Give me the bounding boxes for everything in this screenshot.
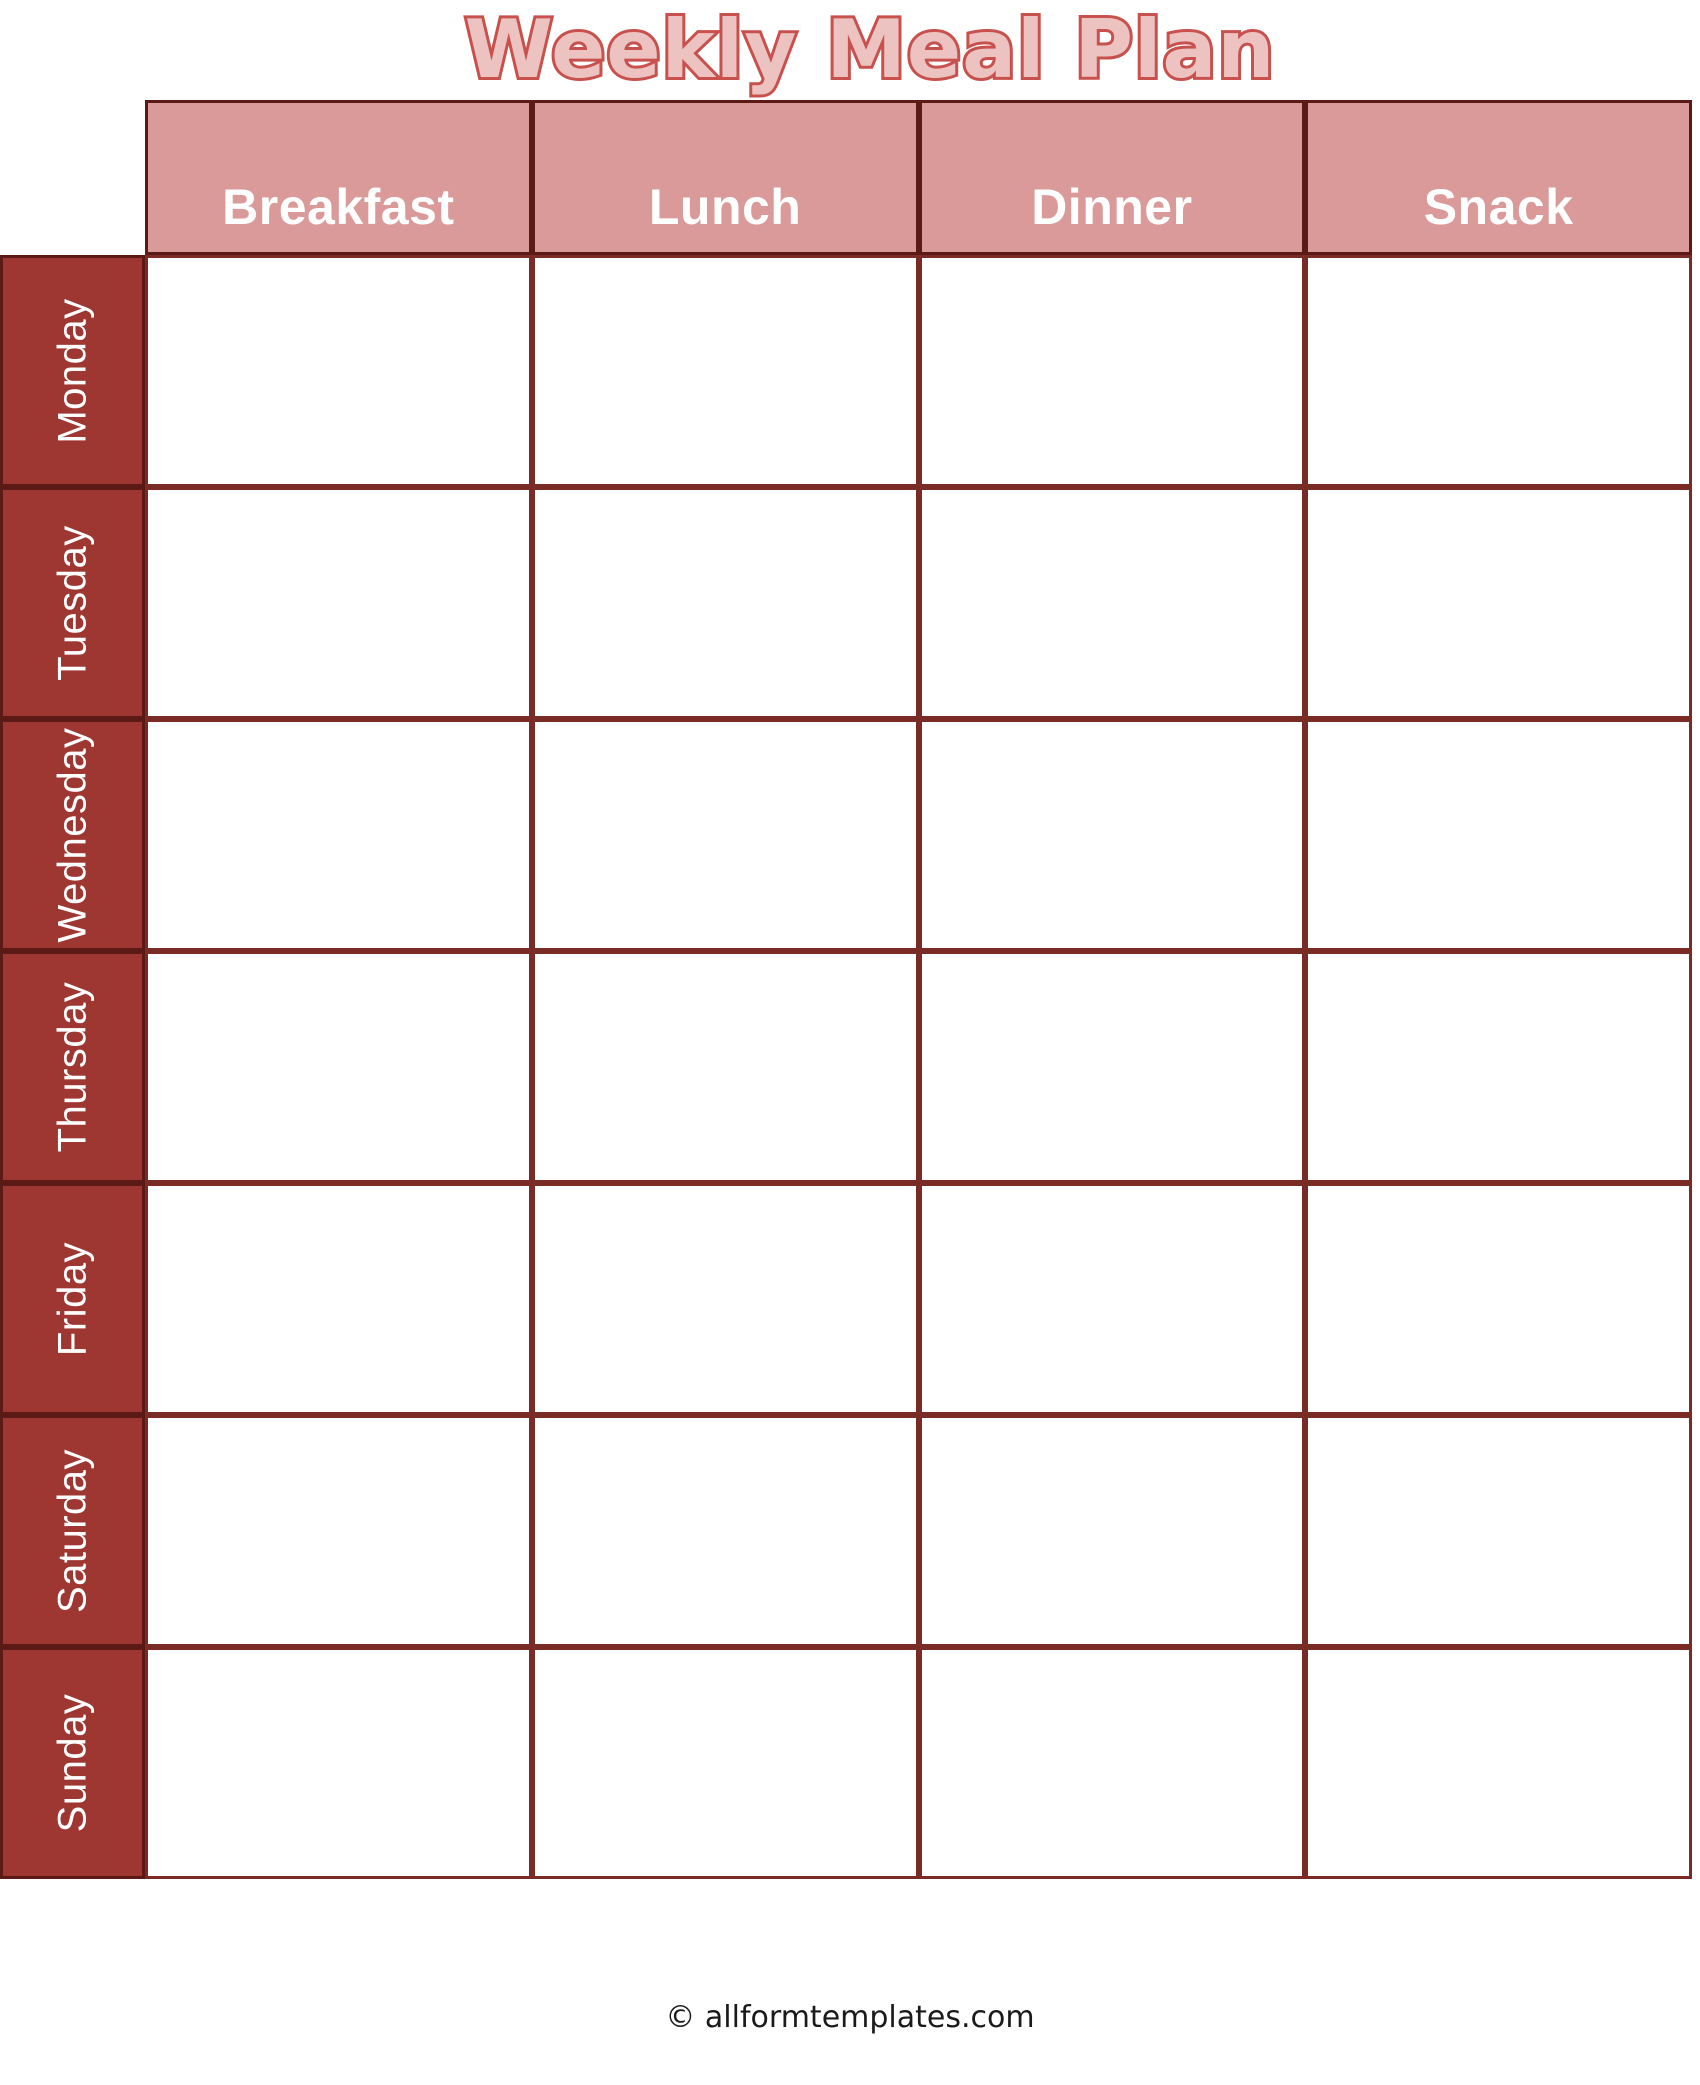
meal-plan-table: Breakfast Lunch Dinner Snack Monday Tues… [0,100,1700,1879]
meal-cell-monday-breakfast[interactable] [145,255,532,487]
day-label-text: Saturday [50,1448,94,1614]
meal-cell-saturday-snack[interactable] [1305,1415,1692,1647]
meal-cell-sunday-breakfast[interactable] [145,1647,532,1879]
day-label-wednesday: Wednesday [0,719,145,951]
day-label-text: Friday [50,1241,94,1357]
day-label-text: Tuesday [50,525,94,681]
day-label-text: Sunday [50,1693,94,1833]
meal-cell-sunday-dinner[interactable] [918,1647,1306,1879]
day-label-text: Wednesday [50,727,94,943]
meal-plan-grid: Breakfast Lunch Dinner Snack Monday Tues… [0,100,1692,1879]
meal-cell-tuesday-lunch[interactable] [531,487,919,719]
day-label-tuesday: Tuesday [0,487,145,719]
day-label-sunday: Sunday [0,1647,145,1879]
meal-cell-wednesday-snack[interactable] [1305,719,1692,951]
day-label-saturday: Saturday [0,1415,145,1647]
day-label-thursday: Thursday [0,951,145,1183]
meal-cell-tuesday-snack[interactable] [1305,487,1692,719]
meal-cell-saturday-dinner[interactable] [918,1415,1306,1647]
meal-cell-thursday-dinner[interactable] [918,951,1306,1183]
meal-cell-friday-dinner[interactable] [918,1183,1306,1415]
meal-cell-wednesday-dinner[interactable] [918,719,1306,951]
meal-cell-friday-lunch[interactable] [531,1183,919,1415]
footer-credit: © allformtemplates.com [665,2000,1035,2035]
table-corner-blank [0,100,145,255]
day-label-friday: Friday [0,1183,145,1415]
meal-cell-sunday-snack[interactable] [1305,1647,1692,1879]
page-title: Weekly Meal Plan [462,3,1278,96]
meal-cell-tuesday-breakfast[interactable] [145,487,532,719]
meal-cell-sunday-lunch[interactable] [531,1647,919,1879]
page-title-container: Weekly Meal Plan [0,0,1700,100]
meal-cell-monday-dinner[interactable] [918,255,1306,487]
meal-cell-friday-snack[interactable] [1305,1183,1692,1415]
meal-cell-friday-breakfast[interactable] [145,1183,532,1415]
meal-cell-thursday-snack[interactable] [1305,951,1692,1183]
day-label-monday: Monday [0,255,145,487]
meal-cell-monday-snack[interactable] [1305,255,1692,487]
column-header-breakfast: Breakfast [145,100,532,255]
meal-cell-tuesday-dinner[interactable] [918,487,1306,719]
meal-cell-saturday-lunch[interactable] [531,1415,919,1647]
meal-cell-monday-lunch[interactable] [531,255,919,487]
meal-cell-wednesday-lunch[interactable] [531,719,919,951]
meal-cell-saturday-breakfast[interactable] [145,1415,532,1647]
day-label-text: Monday [50,298,94,444]
column-header-lunch: Lunch [531,100,919,255]
column-header-dinner: Dinner [918,100,1306,255]
meal-cell-thursday-breakfast[interactable] [145,951,532,1183]
meal-cell-wednesday-breakfast[interactable] [145,719,532,951]
day-label-text: Thursday [50,981,94,1153]
column-header-snack: Snack [1305,100,1692,255]
meal-cell-thursday-lunch[interactable] [531,951,919,1183]
